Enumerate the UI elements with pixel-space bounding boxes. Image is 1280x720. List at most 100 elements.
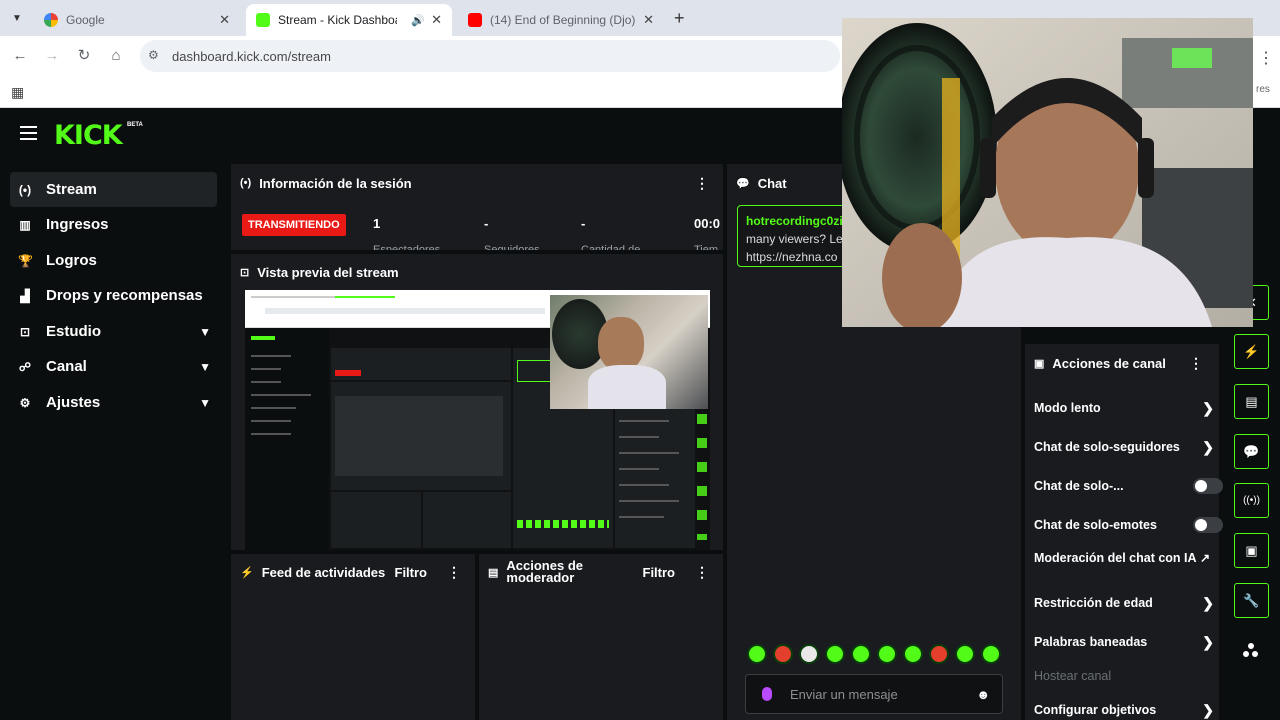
truncated-bookmark-text: res [1256,84,1270,95]
close-tab-icon[interactable]: ✕ [425,12,442,28]
panel-title-line: moderador [506,570,575,585]
channel-action-banned-words[interactable]: Palabras baneadas ❯ [1034,635,1214,649]
chat-message-input[interactable]: Enviar un mensaje ☻ [745,674,1003,714]
sidebar-item-stream[interactable]: (•) Stream [10,172,217,207]
quick-action-button[interactable]: ▤ [1234,384,1269,419]
channel-action-age-restriction[interactable]: Restricción de edad ❯ [1034,596,1214,610]
quick-action-button[interactable]: ((•)) [1234,483,1269,518]
channel-action-emotes-only[interactable]: Chat de solo-emotes [1034,517,1223,533]
close-tab-icon[interactable]: ✕ [637,12,654,28]
more-options-icon[interactable]: ⋮ [695,564,709,581]
more-options-icon[interactable]: ⋮ [447,564,461,581]
close-tab-icon[interactable]: ✕ [213,12,230,28]
chevron-right-icon[interactable]: ❯ [1202,401,1214,415]
action-label: Chat de solo-seguidores [1034,440,1180,454]
channel-action-subscribers-only[interactable]: Chat de solo-... [1034,478,1223,494]
audio-playing-icon[interactable]: 🔊 [411,14,425,27]
webcam-overlay [842,18,1253,327]
stream-preview-video[interactable] [245,290,710,550]
settings-icon: ⚙ [19,395,31,410]
emote-icon[interactable] [799,644,819,664]
more-options-icon[interactable]: ⋮ [1189,355,1203,372]
chevron-down-icon[interactable]: ▼ [199,360,211,374]
kick-logo[interactable]: KICK [54,120,123,151]
emote-icon[interactable] [851,644,871,664]
home-icon[interactable]: ⌂ [106,46,126,66]
quick-action-button[interactable]: 💬 [1234,434,1269,469]
channel-action-followers-only[interactable]: Chat de solo-seguidores ❯ [1034,440,1214,454]
emote-icon[interactable] [903,644,923,664]
panel-title: Feed de actividades [261,564,386,580]
preview-icon: ⊡ [240,266,250,279]
reload-icon[interactable]: ↻ [74,46,94,66]
quick-action-button[interactable]: ▣ [1234,533,1269,568]
emote-bar [747,644,1001,664]
wrench-icon: 🔧 [1243,592,1260,608]
microphone-icon[interactable] [762,687,772,701]
tab-search-chevron-icon[interactable]: ▼ [6,7,28,29]
preview-activity-panel [331,492,421,548]
preview-session-panel [331,348,511,380]
emote-icon[interactable] [747,644,767,664]
emoji-picker-icon[interactable]: ☻ [976,687,990,702]
apps-grid-icon[interactable]: ▦ [11,84,24,101]
channel-action-goals[interactable]: Configurar objetivos ❯ [1034,703,1214,717]
filter-button[interactable]: Filtro [643,565,676,580]
toggle-switch[interactable] [1193,478,1223,494]
quick-action-button[interactable]: 🔧 [1234,583,1269,618]
sidebar-item-canal[interactable]: ☍ Canal ▼ [10,349,217,384]
preview-sidebar [245,328,329,550]
site-info-icon[interactable]: ⚙ [148,48,159,62]
youtube-favicon-icon [468,13,482,27]
chat-message-link[interactable]: https://nezhna.co [746,248,838,266]
channel-action-slow-mode[interactable]: Modo lento ❯ [1034,401,1214,415]
chat-username[interactable]: hotrecordingc0zi [746,212,843,230]
tab-title: Stream - Kick Dashboard [278,13,397,27]
filter-button[interactable]: Filtro [395,565,428,580]
sidebar-item-ingresos[interactable]: ▥ Ingresos [10,207,217,242]
tab-kick-dashboard[interactable]: Stream - Kick Dashboard 🔊 ✕ [246,4,452,36]
sidebar-item-logros[interactable]: 🏆 Logros [10,243,217,278]
tab-youtube[interactable]: (14) End of Beginning (Djo) x M ✕ [458,4,664,36]
chat-message[interactable]: hotrecordingc0zi many viewers? Le https:… [737,205,847,267]
dashboard-sidebar: (•) Stream ▥ Ingresos 🏆 Logros ▟ Drops y… [0,162,228,720]
tab-google[interactable]: Google ✕ [34,4,240,36]
forward-arrow-icon[interactable]: → [42,46,62,66]
address-bar[interactable]: ⚙ dashboard.kick.com/stream [140,40,840,72]
emote-icon[interactable] [773,644,793,664]
external-link-icon[interactable]: ↗ [1200,552,1210,565]
action-label: Configurar objetivos [1034,703,1157,717]
sidebar-item-label: Ingresos [46,216,109,233]
camera-switch-icon: ▣ [1245,542,1258,558]
chevron-down-icon[interactable]: ▼ [199,325,211,339]
chevron-right-icon[interactable]: ❯ [1202,703,1214,717]
chevron-right-icon[interactable]: ❯ [1202,635,1214,649]
emote-icon[interactable] [877,644,897,664]
chevron-down-icon[interactable]: ▼ [199,396,211,410]
stat-label: Tiem [694,244,719,250]
action-label: Chat de solo-emotes [1034,518,1157,532]
more-options-icon[interactable]: ⋮ [695,175,709,192]
tab-title: (14) End of Beginning (Djo) x M [490,13,636,27]
hamburger-menu-icon[interactable] [20,126,37,140]
chevron-right-icon[interactable]: ❯ [1202,596,1214,610]
emote-icon[interactable] [955,644,975,664]
toggle-switch[interactable] [1193,517,1223,533]
emote-icon[interactable] [929,644,949,664]
emote-icon[interactable] [981,644,1001,664]
sidebar-item-ajustes[interactable]: ⚙ Ajustes ▼ [10,385,217,420]
quick-action-button[interactable]: ⚡ [1234,334,1269,369]
webcam-feed-image [842,18,1253,327]
preview-nested-panel [331,382,511,490]
browser-menu-icon[interactable]: ⋮ [1258,48,1274,68]
sidebar-item-estudio[interactable]: ⊡ Estudio ▼ [10,314,217,349]
stat-value: - [581,216,586,231]
emote-icon[interactable] [825,644,845,664]
channel-action-ai-moderation[interactable]: Moderación del chat con IA ↗ [1034,552,1210,565]
chevron-right-icon[interactable]: ❯ [1202,440,1214,454]
more-actions-icon[interactable] [1243,643,1259,659]
new-tab-button[interactable]: + [674,8,685,29]
sidebar-item-drops[interactable]: ▟ Drops y recompensas [10,278,217,313]
action-label: Hostear canal [1034,669,1112,683]
back-arrow-icon[interactable]: ← [10,46,30,66]
